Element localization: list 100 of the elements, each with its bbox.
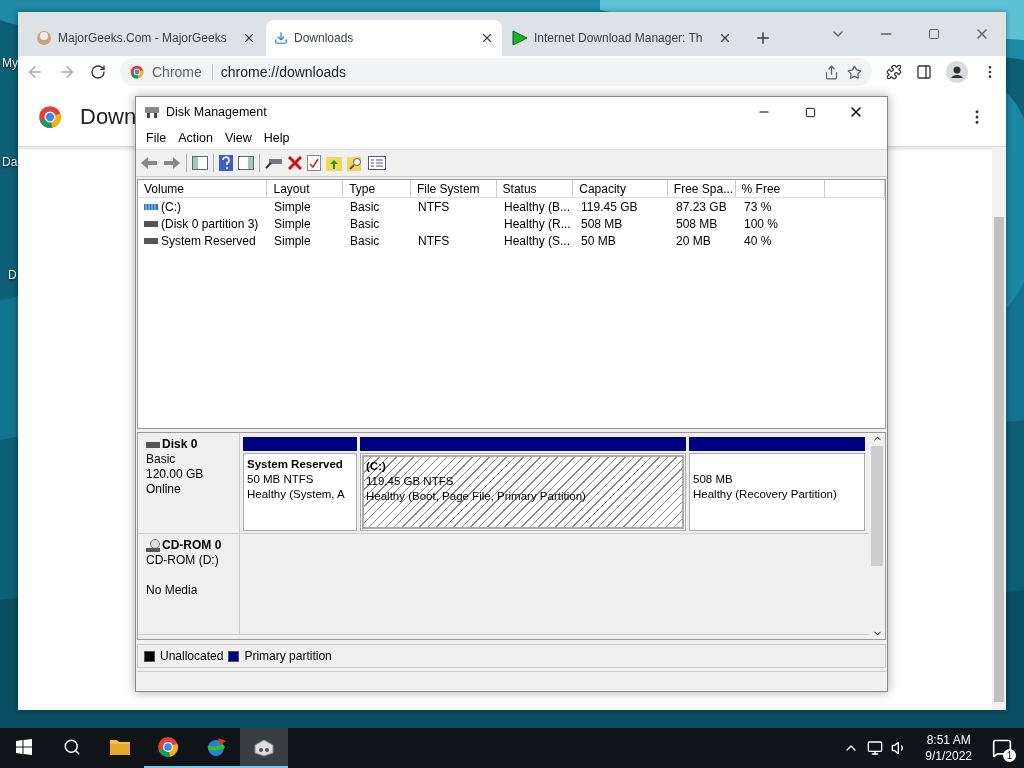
browser-tab[interactable]: Downloads — [266, 20, 502, 56]
partition-size: 508 MB — [693, 472, 734, 487]
column-header[interactable]: Layout — [267, 180, 344, 197]
folder-up-icon[interactable] — [326, 155, 342, 171]
table-cell-text: Healthy (R... — [503, 216, 572, 231]
extensions-icon[interactable] — [886, 64, 902, 80]
table-cell-text: Healthy (S... — [503, 233, 572, 248]
browser-tab[interactable]: Internet Download Manager: Th — [504, 20, 740, 56]
partition-status: Healthy (System, A — [247, 487, 346, 502]
disk-type: CD-ROM (D:) — [146, 553, 220, 568]
taskbar-button[interactable] — [240, 728, 288, 768]
column-header[interactable]: Capacity — [573, 180, 668, 197]
chrome-icon — [130, 65, 144, 79]
table-cell-text: Simple — [273, 216, 312, 231]
share-icon[interactable] — [824, 64, 839, 80]
menu-item[interactable]: Help — [257, 131, 296, 145]
close-icon[interactable] — [480, 31, 494, 45]
new-tab-icon[interactable] — [754, 29, 772, 47]
scrollbar[interactable] — [992, 147, 1006, 710]
tree-pane-icon[interactable] — [192, 156, 208, 170]
table-cell-text: Basic — [349, 199, 381, 214]
address-bar[interactable]: Chrome chrome://downloads — [120, 58, 872, 86]
menu-item[interactable]: Action — [172, 131, 219, 145]
back-arrow-icon[interactable] — [140, 156, 158, 170]
desktop-icon-label[interactable]: My — [2, 56, 18, 70]
tab-title: MajorGeeks.Com - MajorGeeks — [58, 31, 228, 45]
column-header[interactable]: Status — [496, 180, 574, 197]
reload-icon[interactable] — [90, 64, 106, 80]
browser-tab[interactable]: MajorGeeks.Com - MajorGeeks — [28, 20, 264, 56]
partition-block[interactable]: System Reserved 50 MB NTFS Healthy (System, A — [243, 453, 357, 531]
drive-label[interactable]: System Reserved — [138, 233, 268, 248]
table-cell-text: 119.45 GB — [580, 199, 639, 214]
chrome-icon — [157, 736, 179, 758]
folder-icon — [109, 738, 131, 756]
partition-status: Healthy (Recovery Partition) — [693, 487, 838, 502]
disk-name: Disk 0 — [146, 437, 239, 452]
bookmark-star-icon[interactable] — [847, 64, 862, 80]
site-chip: Chrome — [152, 64, 213, 80]
partition-name: System Reserved — [247, 457, 344, 472]
drive-label[interactable]: (C:) — [138, 199, 268, 214]
forward-arrow-icon[interactable] — [163, 156, 181, 170]
column-header[interactable]: % Free — [735, 180, 826, 197]
partition-size: 50 MB NTFS — [247, 472, 315, 487]
clock-time: 8:51 AM — [926, 732, 971, 748]
menu-item[interactable]: File — [140, 131, 173, 145]
partition-block[interactable]: (C:) 119.45 GB NTFS Healthy (Boot, Page File, Primary Partition) — [360, 453, 686, 531]
desktop-icon-label[interactable]: Da — [2, 155, 18, 169]
drive-label[interactable]: (Disk 0 partition 3) — [138, 216, 268, 231]
column-header[interactable]: Volume — [138, 180, 268, 197]
side-panel-icon[interactable] — [916, 64, 932, 80]
table-cell-text: 73 % — [743, 199, 773, 214]
drive-icon — [144, 236, 158, 245]
clock[interactable]: 8:51 AM 9/1/2022 — [915, 732, 982, 764]
help-icon[interactable] — [219, 155, 233, 171]
column-header[interactable]: File System — [410, 180, 497, 197]
disk-status: Online — [146, 482, 182, 497]
chrome-icon — [38, 105, 62, 129]
list-view-icon[interactable] — [368, 156, 386, 170]
notification-count: 1 — [1003, 749, 1016, 762]
download-icon — [274, 31, 288, 45]
table-cell-text: NTFS — [417, 233, 451, 248]
disk-drive-icon — [253, 737, 275, 757]
table-cell-text: 87.23 GB — [675, 199, 728, 214]
search-icon[interactable] — [63, 738, 81, 756]
properties-icon[interactable] — [307, 155, 321, 171]
partition-name: (C:) — [366, 459, 387, 474]
partition-status: Healthy (Boot, Page File, Primary Partition) — [366, 489, 587, 504]
disk-drive-icon — [144, 105, 160, 119]
network-icon[interactable] — [867, 740, 884, 756]
table-cell-text: Basic — [349, 216, 381, 231]
profile-avatar-icon[interactable] — [946, 61, 968, 83]
column-header[interactable]: Type — [343, 180, 411, 197]
cd-drive-icon — [146, 538, 160, 553]
partition-size: 119.45 GB NTFS — [366, 474, 455, 489]
drive-icon — [146, 440, 160, 449]
disk-name: CD-ROM 0 — [146, 538, 239, 553]
close-icon[interactable] — [242, 31, 256, 45]
scrollbar[interactable] — [869, 433, 885, 639]
connect-icon[interactable] — [265, 157, 283, 169]
window-title: Disk Management — [166, 105, 267, 119]
table-cell-text: 508 MB — [580, 216, 624, 231]
play-icon — [512, 30, 528, 46]
desktop-icon-label[interactable]: D — [8, 268, 17, 282]
close-icon[interactable] — [718, 31, 732, 45]
action-pane-icon[interactable] — [238, 156, 254, 170]
drive-icon — [144, 202, 158, 211]
table-cell-text: Healthy (B... — [503, 199, 572, 214]
column-header[interactable]: Free Spa... — [667, 180, 736, 197]
delete-icon[interactable] — [288, 156, 302, 170]
maximize-icon[interactable] — [804, 106, 816, 118]
tab-title: Internet Download Manager: Th — [534, 31, 704, 45]
folder-search-icon[interactable] — [347, 155, 363, 171]
tab-title: Downloads — [294, 31, 355, 45]
partition-block[interactable]: 508 MB Healthy (Recovery Partition) — [689, 453, 865, 531]
notifications-icon[interactable] — [992, 738, 1012, 758]
windows-logo-icon[interactable] — [16, 739, 32, 755]
menu-item[interactable]: View — [218, 131, 258, 145]
table-cell-text: 50 MB — [580, 233, 617, 248]
table-cell-text: Simple — [273, 199, 312, 214]
table-cell-text: 20 MB — [675, 233, 712, 248]
